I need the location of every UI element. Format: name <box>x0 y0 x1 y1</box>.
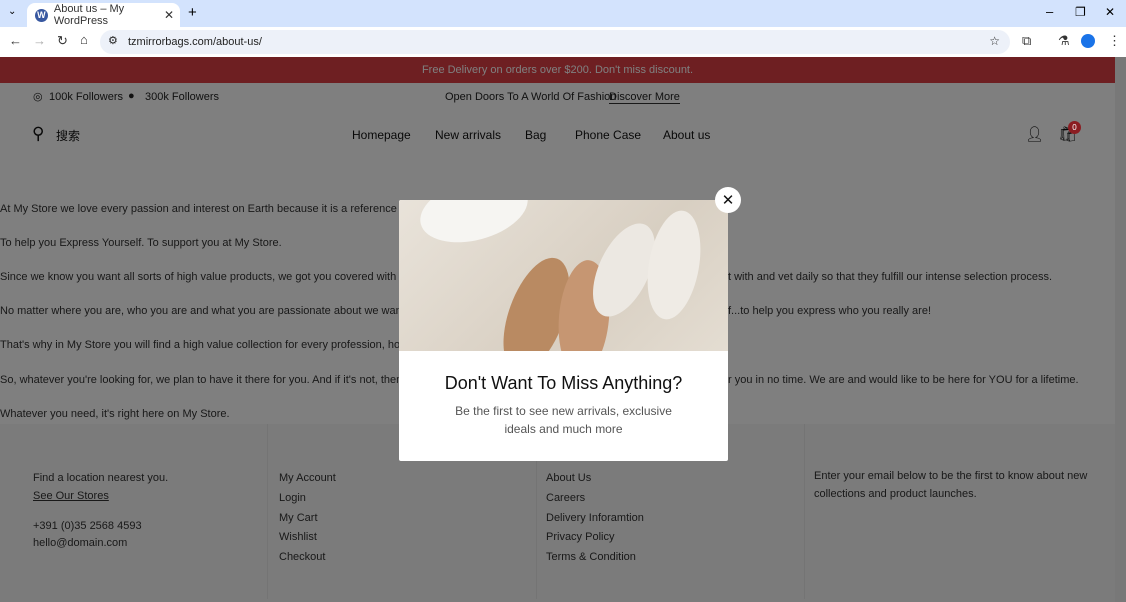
url-text: tzmirrorbags.com/about-us/ <box>128 36 262 48</box>
profile-avatar[interactable] <box>1081 34 1095 48</box>
newsletter-popup: Don't Want To Miss Anything? Be the firs… <box>399 200 728 461</box>
popup-subtitle: Be the first to see new arrivals, exclus… <box>399 402 728 438</box>
popup-line-2: ideals and much more <box>504 422 623 436</box>
address-bar-row: ← → ↻ ⌂ ⚙ tzmirrorbags.com/about-us/ ☆ ⧉… <box>0 27 1126 57</box>
url-field[interactable]: ⚙ tzmirrorbags.com/about-us/ ☆ <box>100 30 1010 54</box>
forward-icon[interactable]: → <box>33 33 46 48</box>
restore-icon[interactable]: ❐ <box>1075 5 1086 19</box>
browser-tab-strip: ⌄ W About us – My WordPress ✕ + – ❐ ✕ <box>0 0 1126 27</box>
close-window-icon[interactable]: ✕ <box>1105 5 1115 19</box>
popup-line-1: Be the first to see new arrivals, exclus… <box>455 404 672 418</box>
tab-list-icon[interactable]: ⌄ <box>8 6 16 17</box>
popup-title: Don't Want To Miss Anything? <box>444 373 683 393</box>
reload-icon[interactable]: ↻ <box>57 33 68 49</box>
back-icon[interactable]: ← <box>9 33 22 48</box>
wordpress-icon: W <box>35 8 48 22</box>
home-icon[interactable]: ⌂ <box>80 32 88 47</box>
shoes-photo <box>399 200 728 351</box>
cart-count-badge: 0 <box>1068 121 1081 134</box>
new-tab-icon[interactable]: + <box>188 4 197 21</box>
extensions-icon[interactable]: ⧉ <box>1022 33 1031 49</box>
popup-close-button[interactable]: ✕ <box>715 187 741 213</box>
minimize-icon[interactable]: – <box>1046 4 1053 19</box>
site-info-icon[interactable]: ⚙ <box>108 34 118 47</box>
labs-icon[interactable]: ⚗ <box>1058 33 1070 49</box>
bookmark-star-icon[interactable]: ☆ <box>989 34 1000 48</box>
menu-icon[interactable]: ⋮ <box>1108 33 1121 49</box>
browser-tab[interactable]: W About us – My WordPress ✕ <box>27 3 180 27</box>
tab-title: About us – My WordPress <box>53 3 125 27</box>
close-tab-icon[interactable]: ✕ <box>164 8 174 22</box>
close-icon: ✕ <box>721 192 735 209</box>
